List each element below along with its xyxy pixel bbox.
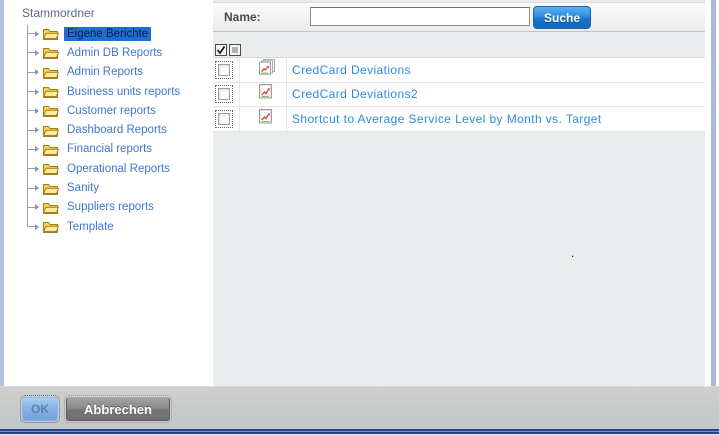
- sidebar-item-admin-db-reports[interactable]: Admin DB Reports: [4, 43, 213, 62]
- tree-connector: [27, 33, 35, 35]
- folder-tree-sidebar: Stammordner Eigene Berichte Admin DB Rep…: [4, 0, 213, 386]
- tree-arrow-icon: [35, 69, 39, 76]
- sidebar-item-operational-reports[interactable]: Operational Reports: [4, 159, 213, 178]
- folder-icon: [42, 124, 59, 137]
- name-cell: Shortcut to Average Service Level by Mon…: [287, 110, 705, 128]
- select-all-checkbox-icon[interactable]: [215, 44, 227, 56]
- tree-items: Eigene Berichte Admin DB Reports Admin R…: [4, 24, 213, 236]
- checkbox-focus-ring: [215, 85, 233, 104]
- report-link[interactable]: CredCard Deviations: [292, 63, 411, 77]
- checkbox-focus-ring: [215, 60, 233, 79]
- icon-cell: [240, 58, 287, 82]
- report-list-panel: Name: Suche CredCard Deviations CredCard…: [213, 0, 705, 386]
- tree-connector: [27, 110, 35, 112]
- sidebar-item-business-units-reports[interactable]: Business units reports: [4, 82, 213, 101]
- tree-connector: [27, 226, 35, 228]
- sidebar-item-suppliers-reports[interactable]: Suppliers reports: [4, 198, 213, 217]
- tree-connector: [27, 71, 35, 73]
- window-bottom-border: [0, 428, 719, 435]
- tree-connector: [27, 52, 35, 54]
- search-button[interactable]: Suche: [533, 6, 591, 29]
- report-chart-icon: [257, 83, 274, 105]
- report-chart-icon: [257, 108, 274, 130]
- clear-all-inner-square: [232, 47, 238, 53]
- sidebar-item-label[interactable]: Dashboard Reports: [64, 123, 170, 137]
- sidebar-item-admin-reports[interactable]: Admin Reports: [4, 63, 213, 82]
- tree-arrow-icon: [35, 30, 39, 37]
- tree-arrow-icon: [35, 204, 39, 211]
- sidebar-item-label[interactable]: Admin Reports: [64, 65, 146, 79]
- search-input[interactable]: [310, 7, 530, 26]
- sidebar-item-eigene-berichte[interactable]: Eigene Berichte: [4, 24, 213, 43]
- sidebar-item-label[interactable]: Admin DB Reports: [64, 46, 165, 60]
- icon-cell: [240, 82, 287, 106]
- folder-icon: [42, 182, 59, 195]
- tree-connector: [27, 91, 35, 93]
- sidebar-item-customer-reports[interactable]: Customer reports: [4, 101, 213, 120]
- tree-root-label: Stammordner: [22, 6, 95, 20]
- name-cell: CredCard Deviations2: [287, 85, 705, 103]
- name-label: Name:: [224, 10, 261, 24]
- folder-icon: [42, 66, 59, 79]
- clear-all-checkbox-icon[interactable]: [229, 44, 241, 56]
- tree-arrow-icon: [35, 107, 39, 114]
- folder-icon: [42, 27, 59, 41]
- sidebar-item-label[interactable]: Operational Reports: [64, 162, 173, 176]
- report-checkbox[interactable]: [218, 112, 230, 125]
- sidebar-item-label[interactable]: Template: [64, 220, 117, 234]
- report-link[interactable]: CredCard Deviations2: [292, 87, 418, 101]
- report-checkbox[interactable]: [218, 63, 230, 76]
- tree-arrow-icon: [35, 223, 39, 230]
- stray-dot: .: [571, 246, 575, 260]
- sidebar-item-label[interactable]: Sanity: [64, 181, 102, 195]
- report-checkbox[interactable]: [218, 88, 230, 101]
- tree-arrow-icon: [35, 88, 39, 95]
- tree-arrow-icon: [35, 165, 39, 172]
- checkbox-cell: [213, 107, 240, 131]
- name-cell: CredCard Deviations: [287, 61, 705, 79]
- report-list: CredCard Deviations CredCard Deviations2: [213, 57, 705, 132]
- folder-icon: [42, 104, 59, 118]
- search-bar: Name: Suche: [213, 2, 705, 32]
- tree-connector: [27, 129, 35, 131]
- tree-connector: [27, 187, 35, 189]
- folder-icon: [42, 46, 59, 60]
- checkbox-cell: [213, 82, 240, 106]
- selection-toggles: [215, 44, 241, 56]
- window-edge-right: [711, 0, 716, 435]
- tree-arrow-icon: [35, 146, 39, 153]
- report-picker-window: Stammordner Eigene Berichte Admin DB Rep…: [0, 0, 719, 435]
- sidebar-item-label[interactable]: Eigene Berichte: [64, 26, 152, 41]
- checkbox-focus-ring: [215, 109, 233, 128]
- sidebar-item-sanity[interactable]: Sanity: [4, 178, 213, 197]
- tree-connector: [27, 168, 35, 170]
- dialog-footer: OK Abbrechen: [0, 386, 719, 428]
- ok-button[interactable]: OK: [20, 395, 60, 423]
- sidebar-item-financial-reports[interactable]: Financial reports: [4, 140, 213, 159]
- icon-cell: [240, 107, 287, 131]
- tree-arrow-icon: [35, 185, 39, 192]
- sidebar-item-label[interactable]: Financial reports: [64, 142, 155, 156]
- sidebar-item-label[interactable]: Business units reports: [64, 85, 183, 99]
- folder-icon: [42, 162, 59, 176]
- folder-icon: [42, 143, 59, 156]
- checkbox-cell: [213, 58, 240, 82]
- stacked-report-chart-icon: [257, 58, 276, 81]
- table-row: Shortcut to Average Service Level by Mon…: [213, 107, 705, 132]
- sidebar-item-dashboard-reports[interactable]: Dashboard Reports: [4, 120, 213, 139]
- tree-arrow-icon: [35, 49, 39, 56]
- folder-icon: [42, 85, 59, 99]
- tree-connector: [27, 206, 35, 208]
- folder-icon: [42, 220, 59, 234]
- tree-connector: [27, 148, 35, 150]
- report-link[interactable]: Shortcut to Average Service Level by Mon…: [292, 112, 602, 126]
- tree-arrow-icon: [35, 127, 39, 134]
- table-row: CredCard Deviations2: [213, 82, 705, 107]
- sidebar-item-label[interactable]: Suppliers reports: [64, 200, 157, 214]
- sidebar-item-template[interactable]: Template: [4, 217, 213, 236]
- table-row: CredCard Deviations: [213, 58, 705, 83]
- sidebar-item-label[interactable]: Customer reports: [64, 104, 159, 118]
- folder-icon: [42, 201, 59, 214]
- cancel-button[interactable]: Abbrechen: [64, 395, 172, 423]
